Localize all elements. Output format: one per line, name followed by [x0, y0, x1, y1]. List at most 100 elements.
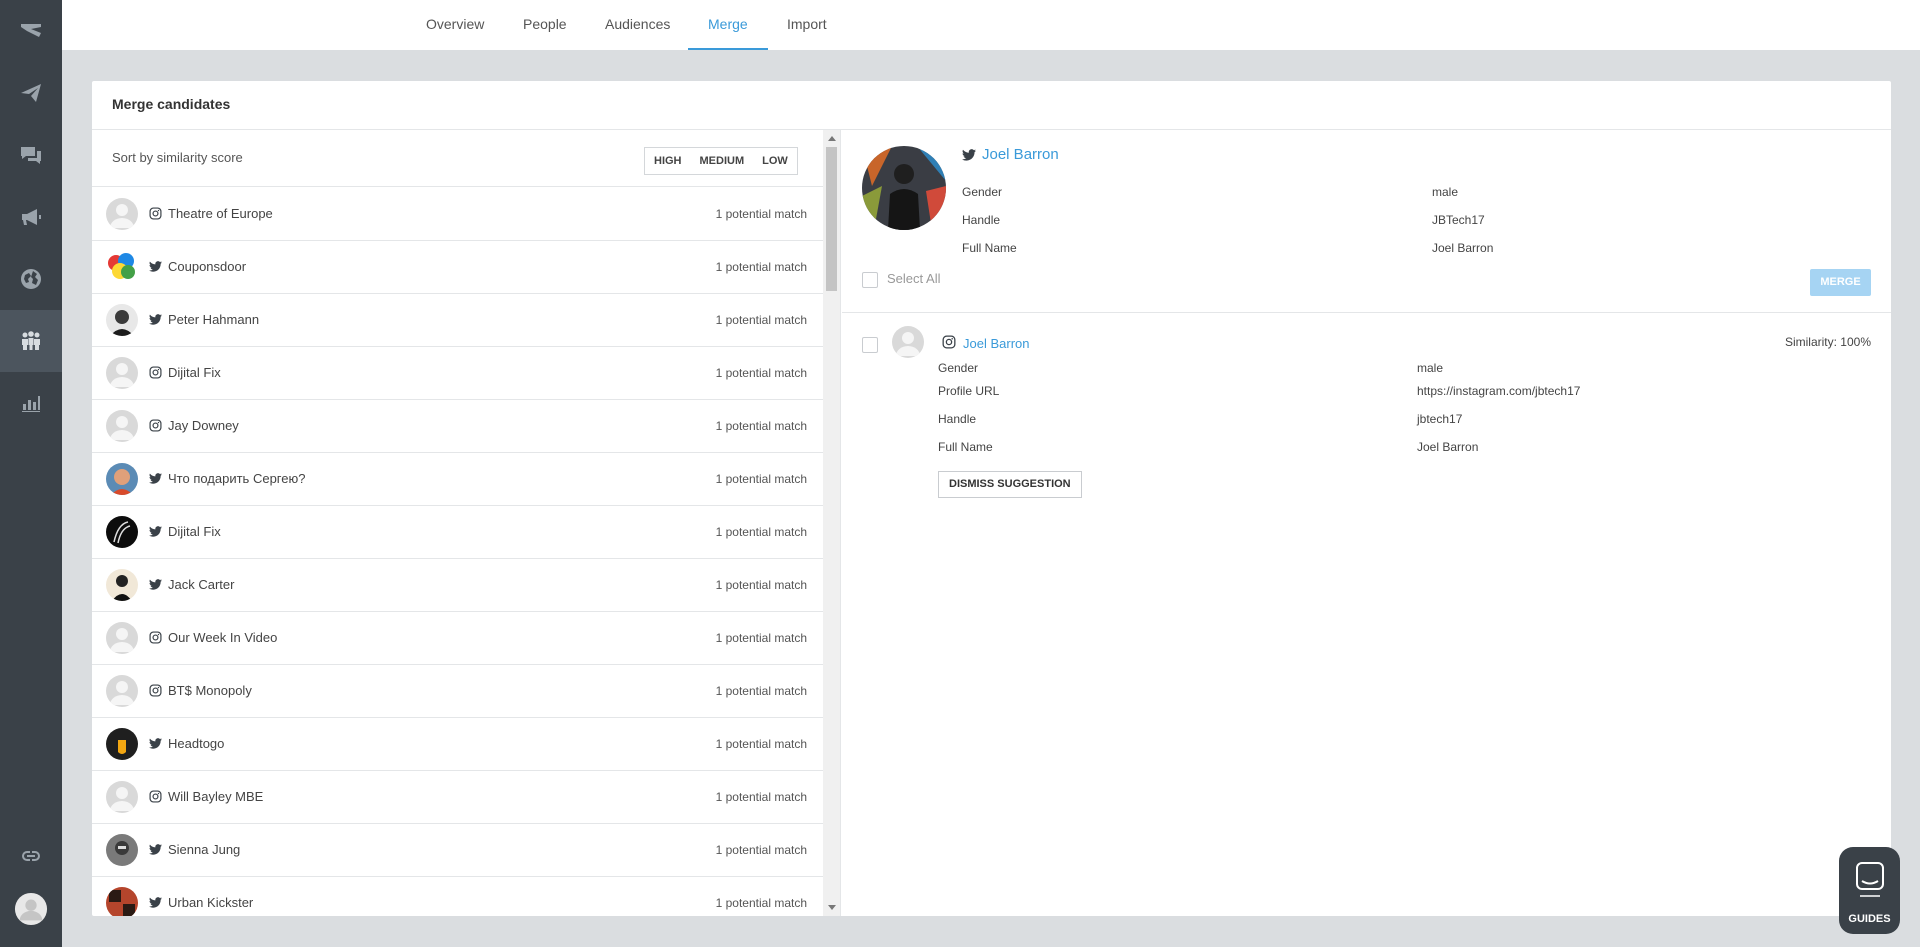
match-attr-label: Gender [938, 361, 979, 375]
candidate-row[interactable]: Couponsdoor 1 potential match [92, 241, 823, 294]
sort-medium-button[interactable]: MEDIUM [691, 148, 754, 174]
candidate-name: Will Bayley MBE [168, 789, 264, 804]
twitter-icon [149, 737, 163, 751]
candidate-match-count: 1 potential match [715, 790, 807, 804]
tab-overview[interactable]: Overview [426, 0, 484, 50]
instagram-icon [149, 207, 163, 221]
candidate-match-count: 1 potential match [715, 366, 807, 380]
candidate-name: Dijital Fix [168, 524, 221, 539]
globe-icon[interactable] [0, 248, 62, 310]
candidate-name: Sienna Jung [168, 842, 241, 857]
logo-icon[interactable] [0, 0, 62, 62]
instagram-icon [149, 684, 163, 698]
twitter-icon [962, 148, 976, 161]
selected-attr-value: JBTech17 [1432, 213, 1485, 227]
candidate-avatar [106, 834, 138, 866]
list-scrollbar[interactable] [823, 130, 840, 916]
tab-merge[interactable]: Merge [688, 0, 768, 50]
candidate-row[interactable]: BT$ Monopoly 1 potential match [92, 665, 823, 718]
selected-profile-name[interactable]: Joel Barron [982, 146, 1059, 163]
candidate-row[interactable]: Peter Hahmann 1 potential match [92, 294, 823, 347]
candidate-name: Jay Downey [168, 418, 239, 433]
candidate-match-count: 1 potential match [715, 525, 807, 539]
candidate-avatar [106, 675, 138, 707]
tab-people[interactable]: People [523, 0, 567, 50]
people-icon[interactable] [0, 310, 62, 372]
candidate-match-count: 1 potential match [715, 896, 807, 910]
instagram-icon [149, 419, 163, 433]
candidate-match-count: 1 potential match [715, 419, 807, 433]
candidate-avatar [106, 410, 138, 442]
divider [842, 312, 1891, 313]
dismiss-suggestion-button[interactable]: DISMISS SUGGESTION [938, 471, 1082, 498]
scroll-down-arrow[interactable] [828, 905, 836, 910]
tab-import[interactable]: Import [787, 0, 827, 50]
sort-button-group: HIGH MEDIUM LOW [644, 147, 798, 175]
candidate-avatar [106, 251, 138, 283]
match-attr-value: jbtech17 [1417, 412, 1463, 426]
megaphone-icon[interactable] [0, 186, 62, 248]
scroll-up-arrow[interactable] [828, 136, 836, 141]
top-nav: Overview People Audiences Merge Import [62, 0, 1920, 50]
twitter-icon [149, 260, 163, 274]
candidate-row[interactable]: Urban Kickster 1 potential match [92, 877, 823, 916]
chat-icon[interactable] [0, 124, 62, 186]
candidate-match-count: 1 potential match [715, 313, 807, 327]
sort-label: Sort by similarity score [112, 150, 243, 165]
chat-bubble-icon [1856, 862, 1884, 897]
candidate-row[interactable]: Dijital Fix 1 potential match [92, 506, 823, 559]
instagram-icon [149, 366, 163, 380]
candidate-avatar [106, 887, 138, 916]
match-attr-label: Handle [938, 412, 977, 426]
candidate-row[interactable]: Headtogo 1 potential match [92, 718, 823, 771]
match-checkbox[interactable] [862, 337, 878, 353]
scroll-thumb[interactable] [826, 147, 837, 291]
candidate-row[interactable]: Jack Carter 1 potential match [92, 559, 823, 612]
candidate-list-panel: Sort by similarity score HIGH MEDIUM LOW… [92, 130, 841, 916]
twitter-icon [149, 578, 163, 592]
candidate-match-count: 1 potential match [715, 684, 807, 698]
candidate-match-count: 1 potential match [715, 578, 807, 592]
candidate-name: Jack Carter [168, 577, 235, 592]
match-attr-label: Profile URL [938, 384, 1000, 398]
match-profile-name[interactable]: Joel Barron [963, 336, 1029, 351]
candidate-row[interactable]: Dijital Fix 1 potential match [92, 347, 823, 400]
merge-detail-panel: Joel Barron Gender male Handle JBTech17 … [842, 130, 1891, 916]
candidate-avatar [106, 781, 138, 813]
merge-button[interactable]: MERGE [1810, 269, 1871, 296]
candidate-match-count: 1 potential match [715, 737, 807, 751]
sort-high-button[interactable]: HIGH [645, 148, 691, 174]
sort-low-button[interactable]: LOW [753, 148, 797, 174]
match-attr-value: https://instagram.com/jbtech17 [1417, 384, 1581, 398]
candidate-name: Dijital Fix [168, 365, 221, 380]
selected-attr-value: Joel Barron [1432, 241, 1494, 255]
merge-candidates-card: Merge candidates Sort by similarity scor… [92, 81, 1891, 916]
candidate-name: Our Week In Video [168, 630, 278, 645]
candidate-name: Peter Hahmann [168, 312, 260, 327]
select-all-checkbox[interactable] [862, 272, 878, 288]
candidate-row[interactable]: Will Bayley MBE 1 potential match [92, 771, 823, 824]
paper-plane-icon[interactable] [0, 62, 62, 124]
candidate-avatar [106, 357, 138, 389]
bar-chart-icon[interactable] [0, 372, 62, 434]
candidate-name: Urban Kickster [168, 895, 254, 910]
candidate-row[interactable]: Theatre of Europe 1 potential match [92, 188, 823, 241]
guides-widget[interactable]: GUIDES [1839, 847, 1900, 934]
candidate-match-count: 1 potential match [715, 472, 807, 486]
candidate-match-count: 1 potential match [715, 207, 807, 221]
selected-profile-header: Joel Barron [962, 146, 1059, 163]
select-all-label[interactable]: Select All [887, 271, 940, 286]
candidate-row[interactable]: Sienna Jung 1 potential match [92, 824, 823, 877]
match-attr-label: Full Name [938, 440, 993, 454]
instagram-icon [942, 335, 956, 349]
user-avatar-icon[interactable] [0, 878, 62, 940]
sidebar [0, 0, 62, 947]
guides-label: GUIDES [1848, 913, 1891, 925]
candidate-row[interactable]: Что подарить Сергею? 1 potential match [92, 453, 823, 506]
candidate-row[interactable]: Our Week In Video 1 potential match [92, 612, 823, 665]
selected-attr-label: Handle [962, 213, 1001, 227]
match-attr-value: male [1417, 361, 1444, 375]
tab-audiences[interactable]: Audiences [605, 0, 670, 50]
candidate-name: BT$ Monopoly [168, 683, 252, 698]
candidate-row[interactable]: Jay Downey 1 potential match [92, 400, 823, 453]
